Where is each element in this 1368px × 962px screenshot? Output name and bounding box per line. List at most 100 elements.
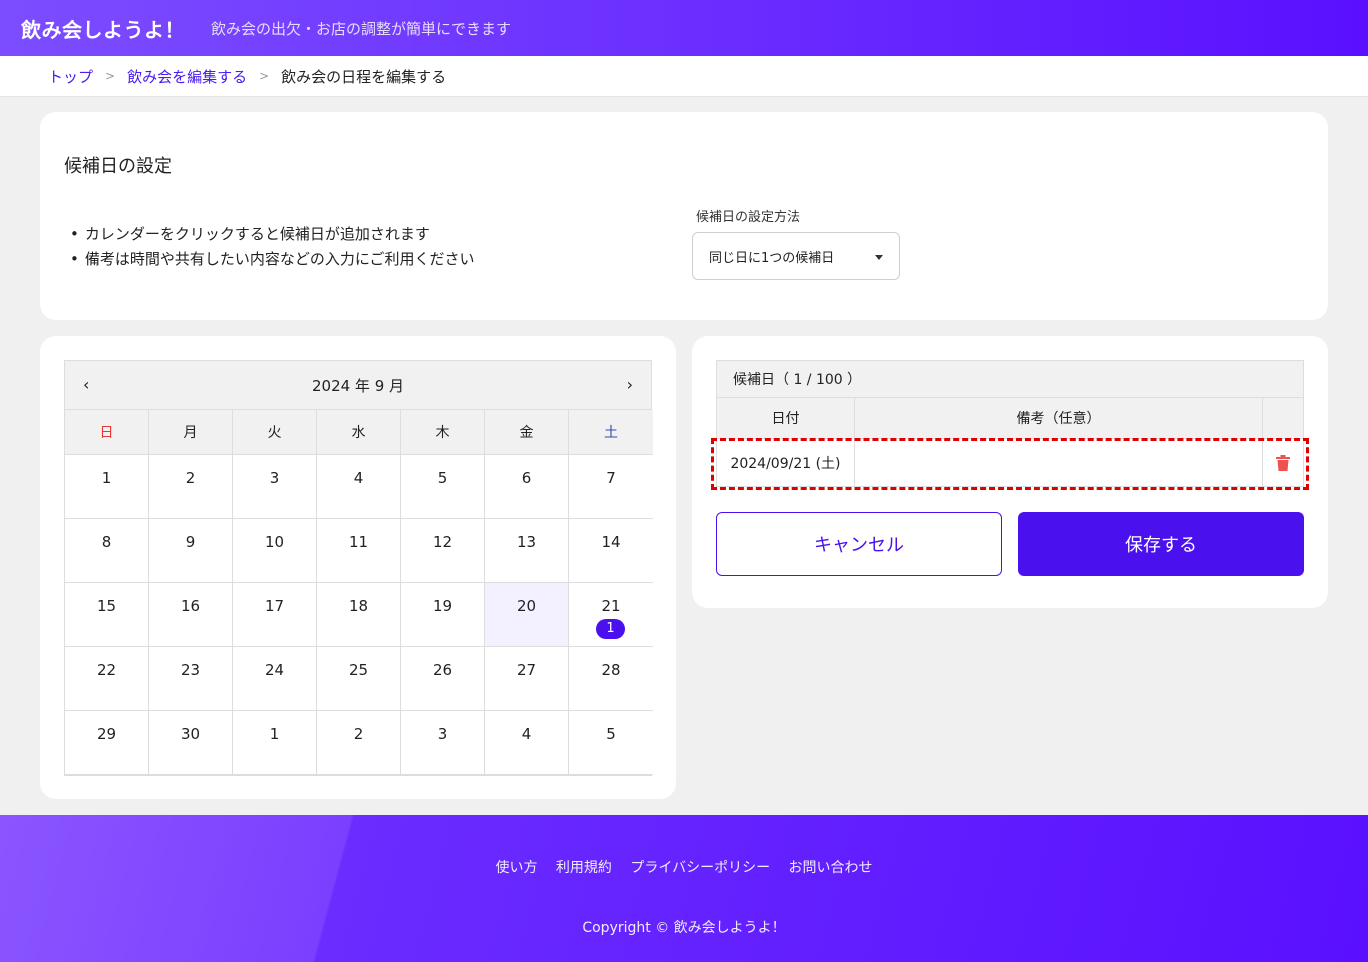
- calendar-day[interactable]: 16: [149, 583, 233, 647]
- calendar-day[interactable]: 19: [401, 583, 485, 647]
- calendar-day-number: 23: [180, 661, 201, 679]
- calendar-day-number: 3: [437, 725, 448, 743]
- calendar-day-number: 1: [269, 725, 280, 743]
- candidate-note-cell: [855, 439, 1263, 486]
- candidate-count-badge: 1: [596, 619, 625, 639]
- calendar-day[interactable]: 6: [485, 455, 569, 519]
- calendar-day-number: 4: [353, 469, 364, 487]
- candidates-table: 候補日（ 1 / 100 ） 日付 備考（任意） 2024/09/21 (土): [716, 360, 1304, 487]
- calendar-day[interactable]: 30: [149, 711, 233, 775]
- calendar-day-number: 24: [264, 661, 285, 679]
- footer-link-howto[interactable]: 使い方: [495, 860, 537, 876]
- chevron-right-icon[interactable]: ›: [627, 375, 633, 394]
- app-header: 飲み会しようよ！ 飲み会の出欠・お店の調整が簡単にできます: [0, 0, 1368, 56]
- candidate-note-input[interactable]: [855, 439, 1262, 486]
- calendar-card: ‹ 2024 年 9 月 › 日 月 火 水 木 金 土 1 2 3 4 5 6 7 8 9 10…: [40, 336, 676, 799]
- footer-links: 使い方 利用規約 プライバシーポリシー お問い合わせ: [0, 857, 1368, 877]
- calendar-day-number: 16: [180, 597, 201, 615]
- weekday-header: 火: [233, 410, 317, 455]
- calendar-day-number: 11: [348, 533, 369, 551]
- calendar-day-number: 28: [601, 661, 621, 679]
- calendar-day-number: 2: [353, 725, 364, 743]
- footer: 使い方 利用規約 プライバシーポリシー お問い合わせ Copyright © 飲…: [0, 815, 1368, 962]
- app-logo[interactable]: 飲み会しようよ！: [21, 14, 185, 43]
- calendar-day[interactable]: 13: [485, 519, 569, 583]
- calendar-day-number: 26: [432, 661, 453, 679]
- column-action: [1263, 398, 1303, 438]
- table-row: 2024/09/21 (土): [717, 438, 1303, 486]
- calendar-day[interactable]: 15: [65, 583, 149, 647]
- calendar-day[interactable]: 17: [233, 583, 317, 647]
- column-date: 日付: [717, 398, 855, 438]
- calendar-day[interactable]: 25: [317, 647, 401, 711]
- calendar-day[interactable]: 14: [569, 519, 653, 583]
- weekday-header: 水: [317, 410, 401, 455]
- calendar-day[interactable]: 20: [485, 583, 569, 647]
- settings-notes: カレンダーをクリックすると候補日が追加されます 備考は時間や共有したい内容などの…: [70, 222, 475, 272]
- calendar-day[interactable]: 1: [233, 711, 317, 775]
- calendar-header: ‹ 2024 年 9 月 ›: [65, 361, 651, 410]
- calendar-day-number: 12: [432, 533, 453, 551]
- footer-link-contact[interactable]: お問い合わせ: [789, 860, 873, 876]
- calendar-day[interactable]: 24: [233, 647, 317, 711]
- calendar-day[interactable]: 28: [569, 647, 653, 711]
- weekday-header: 土: [569, 410, 653, 455]
- calendar-day[interactable]: 21 1: [569, 583, 653, 647]
- calendar-day[interactable]: 1: [65, 455, 149, 519]
- calendar-day[interactable]: 3: [401, 711, 485, 775]
- weekday-header: 日: [65, 410, 149, 455]
- breadcrumb-edit-party-link[interactable]: 飲み会を編集する: [127, 66, 247, 87]
- calendar-day[interactable]: 3: [233, 455, 317, 519]
- breadcrumb-current: 飲み会の日程を編集する: [281, 67, 447, 86]
- footer-link-terms[interactable]: 利用規約: [556, 860, 612, 876]
- calendar-day-number: 20: [516, 597, 537, 615]
- trash-icon: [1276, 454, 1290, 471]
- chevron-left-icon[interactable]: ‹: [83, 375, 89, 394]
- settings-note: カレンダーをクリックすると候補日が追加されます: [70, 222, 475, 247]
- calendar-day[interactable]: 11: [317, 519, 401, 583]
- save-button[interactable]: 保存する: [1018, 512, 1304, 576]
- calendar-day-number: 6: [521, 469, 532, 487]
- calendar-day-number: 10: [264, 533, 285, 551]
- calendar-day[interactable]: 22: [65, 647, 149, 711]
- settings-note: 備考は時間や共有したい内容などの入力にご利用ください: [70, 247, 475, 272]
- cancel-button[interactable]: キャンセル: [716, 512, 1002, 576]
- calendar-day[interactable]: 27: [485, 647, 569, 711]
- calendar-day-number: 3: [269, 469, 280, 487]
- candidates-header-row: 日付 備考（任意）: [717, 398, 1303, 438]
- calendar-day[interactable]: 23: [149, 647, 233, 711]
- calendar-day[interactable]: 2: [149, 455, 233, 519]
- calendar-day-number: 30: [180, 725, 201, 743]
- settings-card: 候補日の設定 カレンダーをクリックすると候補日が追加されます 備考は時間や共有し…: [40, 112, 1328, 320]
- calendar-day[interactable]: 10: [233, 519, 317, 583]
- calendar-day[interactable]: 4: [485, 711, 569, 775]
- calendar-day[interactable]: 9: [149, 519, 233, 583]
- calendar-day[interactable]: 5: [569, 711, 653, 775]
- weekday-header: 木: [401, 410, 485, 455]
- calendar-day[interactable]: 18: [317, 583, 401, 647]
- calendar: ‹ 2024 年 9 月 › 日 月 火 水 木 金 土 1 2 3 4 5 6 7 8 9 10…: [64, 360, 653, 776]
- calendar-day-number: 18: [348, 597, 369, 615]
- calendar-day[interactable]: 7: [569, 455, 653, 519]
- calendar-day-number: 27: [516, 661, 537, 679]
- calendar-day[interactable]: 2: [317, 711, 401, 775]
- calendar-day[interactable]: 5: [401, 455, 485, 519]
- calendar-day-number: 5: [606, 725, 616, 743]
- footer-link-privacy[interactable]: プライバシーポリシー: [630, 860, 770, 876]
- method-select[interactable]: 同じ日に1つの候補日: [692, 232, 900, 280]
- calendar-day[interactable]: 29: [65, 711, 149, 775]
- breadcrumb-top-link[interactable]: トップ: [48, 66, 93, 87]
- calendar-day-number: 22: [96, 661, 117, 679]
- calendar-day[interactable]: 8: [65, 519, 149, 583]
- calendar-month-label: 2024 年 9 月: [311, 376, 405, 395]
- calendar-day-number: 17: [264, 597, 285, 615]
- calendar-day-number: 14: [601, 533, 621, 551]
- calendar-day[interactable]: 4: [317, 455, 401, 519]
- calendar-day[interactable]: 26: [401, 647, 485, 711]
- calendar-day-number: 19: [432, 597, 453, 615]
- calendar-day[interactable]: 12: [401, 519, 485, 583]
- delete-button[interactable]: [1263, 439, 1303, 486]
- breadcrumb: トップ > 飲み会を編集する > 飲み会の日程を編集する: [0, 56, 1368, 97]
- calendar-day-number: 25: [348, 661, 369, 679]
- chevron-right-icon: >: [105, 69, 116, 83]
